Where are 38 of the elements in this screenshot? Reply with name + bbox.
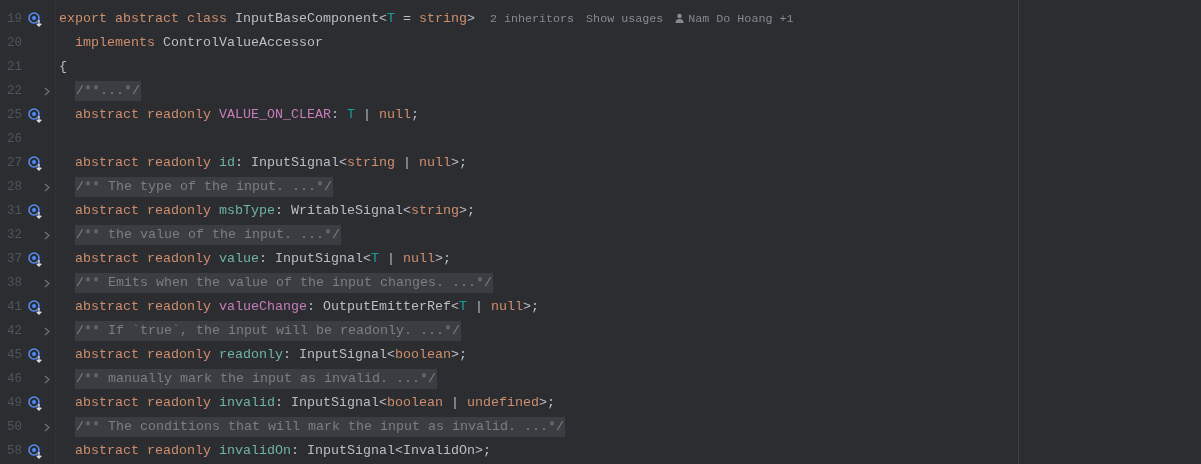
person-icon: [675, 13, 685, 23]
chevron-icon[interactable]: [44, 231, 50, 240]
chevron-icon[interactable]: [44, 279, 50, 288]
implemented-marker-icon[interactable]: [28, 444, 43, 459]
folded-comment[interactable]: /** The conditions that will mark the input as invalid. ...*/: [75, 417, 565, 437]
folded-comment[interactable]: /** the value of the input. ...*/: [75, 225, 341, 245]
folded-comment[interactable]: /** manually mark the input as invalid. ...*/: [75, 369, 437, 389]
implemented-marker-icon[interactable]: [28, 252, 43, 267]
inheritors-hint[interactable]: 2 inheritors: [489, 7, 575, 31]
chevron-icon[interactable]: [44, 327, 50, 336]
code-line: abstract readonly id: InputSignal<string | null>;: [75, 154, 467, 172]
show-usages-link[interactable]: Show usages: [586, 7, 664, 31]
implemented-marker-icon[interactable]: [28, 348, 43, 363]
folded-comment[interactable]: /** Emits when the value of the input changes. ...*/: [75, 273, 493, 293]
folded-comment[interactable]: /**...*/: [75, 81, 141, 101]
implemented-marker-icon[interactable]: [28, 300, 43, 315]
folded-comment[interactable]: /** If `true`, the input will be readonly. ...*/: [75, 321, 461, 341]
chevron-icon[interactable]: [44, 183, 50, 192]
implemented-marker-icon[interactable]: [28, 108, 43, 123]
code-line: abstract readonly msbType: WritableSignal<string>;: [75, 202, 475, 220]
code-line: abstract readonly invalidOn: InputSignal<InvalidOn>;: [75, 442, 491, 460]
chevron-icon[interactable]: [44, 87, 50, 96]
implemented-marker-icon[interactable]: [28, 204, 43, 219]
code-line: abstract readonly invalid: InputSignal<boolean | undefined>;: [75, 394, 555, 412]
code-line: abstract readonly readonly: InputSignal<boolean>;: [75, 346, 467, 364]
code-line: abstract readonly valueChange: OutputEmitterRef<T | null>;: [75, 298, 539, 316]
code-line: {: [59, 58, 67, 76]
chevron-icon[interactable]: [44, 375, 50, 384]
code-line: export abstract class InputBaseComponent<T = string>: [59, 10, 475, 28]
chevron-icon[interactable]: [44, 423, 50, 432]
code-line: implements ControlValueAccessor: [75, 34, 323, 52]
implemented-marker-icon[interactable]: [28, 156, 43, 171]
code-line: abstract readonly VALUE_ON_CLEAR: T | null;: [75, 106, 419, 124]
implemented-marker-icon[interactable]: [28, 396, 43, 411]
author-hint[interactable]: Nam Do Hoang +1: [675, 7, 794, 31]
folded-comment[interactable]: /** The type of the input. ...*/: [75, 177, 333, 197]
code-line: abstract readonly value: InputSignal<T | null>;: [75, 250, 451, 268]
implemented-marker-icon[interactable]: [28, 12, 43, 27]
